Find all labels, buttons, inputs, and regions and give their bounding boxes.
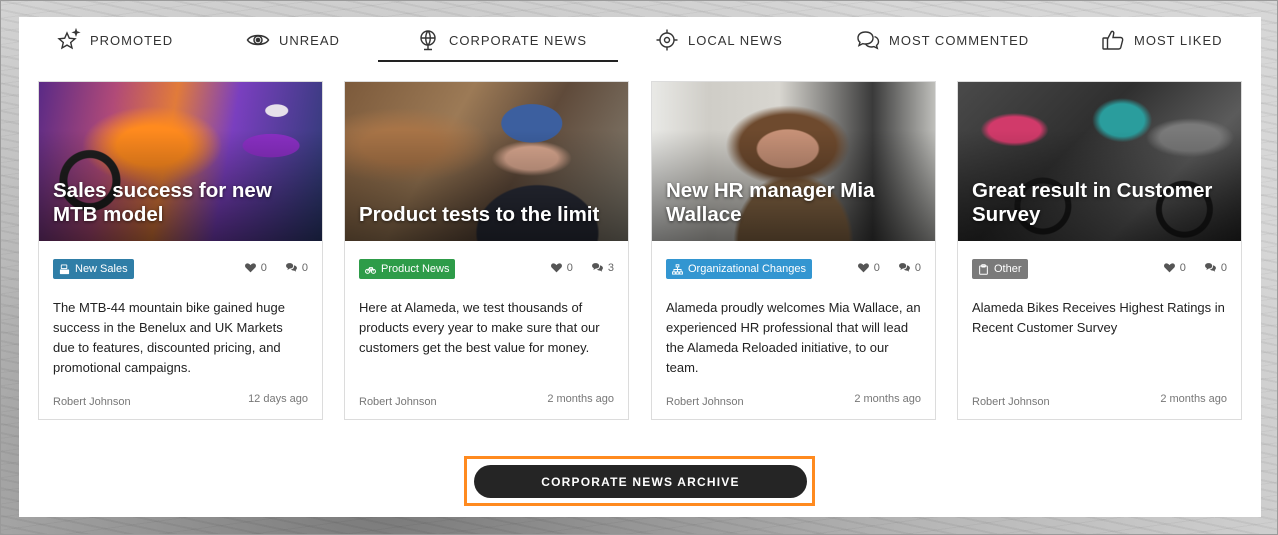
like-count: 0	[873, 261, 880, 274]
news-card[interactable]: Sales success for new MTB model New Sale…	[38, 81, 323, 420]
tab-promoted[interactable]: PROMOTED	[57, 17, 173, 63]
comments-icon[interactable]	[898, 261, 911, 274]
comment-count: 3	[607, 261, 614, 274]
globe-icon	[420, 30, 436, 51]
news-card[interactable]: New HR manager Mia Wallace Organizationa…	[651, 81, 936, 420]
tab-label: CORPORATE NEWS	[449, 32, 587, 48]
category-label: New Sales	[75, 263, 128, 275]
news-card-title[interactable]: New HR manager Mia Wallace	[666, 179, 923, 227]
card-stats: 0 0	[244, 261, 308, 274]
news-card[interactable]: Great result in Customer Survey Other 0 …	[957, 81, 1242, 420]
org-chart-icon	[672, 263, 683, 275]
tab-corporate-news[interactable]: CORPORATE NEWS	[416, 17, 587, 63]
bicycle-icon	[365, 266, 376, 274]
news-card-image[interactable]: Sales success for new MTB model	[39, 82, 322, 241]
eye-icon	[246, 34, 270, 46]
card-stats: 0 0	[1163, 261, 1227, 274]
tab-label: UNREAD	[279, 32, 340, 48]
clipboard-icon	[979, 263, 988, 275]
news-card-description: Alameda Bikes Receives Highest Ratings i…	[972, 300, 1225, 335]
heart-icon[interactable]	[244, 261, 257, 274]
news-tabs: PROMOTED UNREAD CORPORATE NEWS LOCAL NEW…	[19, 17, 1261, 65]
like-count: 0	[260, 261, 267, 274]
card-stats: 0 0	[857, 261, 921, 274]
news-card-time: 12 days ago	[248, 393, 308, 405]
like-count: 0	[566, 261, 573, 274]
news-card-description: The MTB-44 mountain bike gained huge suc…	[53, 300, 285, 375]
comments-icon[interactable]	[285, 261, 298, 274]
heart-icon[interactable]	[857, 261, 870, 274]
news-card[interactable]: Product tests to the limit Product News …	[344, 81, 629, 420]
news-card-author: Robert Johnson	[972, 396, 1050, 408]
location-target-icon	[656, 29, 678, 51]
tab-label: MOST COMMENTED	[889, 32, 1030, 48]
corporate-news-archive-button[interactable]: CORPORATE NEWS ARCHIVE	[474, 465, 807, 498]
tab-label: PROMOTED	[90, 32, 174, 48]
thumbs-up-icon	[1102, 30, 1124, 50]
news-card-title[interactable]: Great result in Customer Survey	[972, 179, 1229, 227]
category-badge[interactable]: New Sales	[53, 259, 134, 279]
active-tab-indicator	[378, 60, 618, 62]
news-card-image[interactable]: Great result in Customer Survey	[958, 82, 1241, 241]
category-label: Organizational Changes	[688, 263, 807, 275]
card-stats: 0 3	[550, 261, 614, 274]
news-card-author: Robert Johnson	[359, 396, 437, 408]
news-card-title[interactable]: Product tests to the limit	[359, 203, 616, 227]
comments-icon[interactable]	[1204, 261, 1217, 274]
news-panel: PROMOTED UNREAD CORPORATE NEWS LOCAL NEW…	[19, 17, 1261, 517]
category-label: Other	[994, 263, 1022, 275]
tab-local-news[interactable]: LOCAL NEWS	[655, 17, 783, 63]
category-badge[interactable]: Organizational Changes	[666, 259, 813, 279]
news-card-image[interactable]: Product tests to the limit	[345, 82, 628, 241]
cash-register-icon	[59, 263, 70, 274]
comment-count: 0	[1220, 261, 1227, 274]
news-card-description: Alameda proudly welcomes Mia Wallace, an…	[666, 300, 921, 375]
tab-label: MOST LIKED	[1134, 32, 1223, 48]
sparkle-star-icon	[57, 28, 81, 50]
like-count: 0	[1179, 261, 1186, 274]
tab-label: LOCAL NEWS	[688, 32, 783, 48]
tab-unread[interactable]: UNREAD	[246, 17, 340, 63]
comments-icon[interactable]	[591, 261, 604, 274]
comment-count: 0	[301, 261, 308, 274]
news-card-time: 2 months ago	[854, 393, 921, 405]
category-label: Product News	[381, 263, 450, 275]
news-card-time: 2 months ago	[1160, 393, 1227, 405]
heart-icon[interactable]	[550, 261, 563, 274]
comment-count: 0	[914, 261, 921, 274]
heart-icon[interactable]	[1163, 261, 1176, 274]
news-card-author: Robert Johnson	[53, 396, 131, 408]
news-card-description: Here at Alameda, we test thousands of pr…	[359, 300, 600, 355]
category-badge[interactable]: Product News	[359, 259, 456, 279]
tab-most-liked[interactable]: MOST LIKED	[1101, 17, 1223, 63]
news-card-image[interactable]: New HR manager Mia Wallace	[652, 82, 935, 241]
news-card-author: Robert Johnson	[666, 396, 744, 408]
chat-bubbles-icon	[857, 31, 880, 50]
news-card-title[interactable]: Sales success for new MTB model	[53, 179, 310, 227]
category-badge[interactable]: Other	[972, 259, 1028, 279]
news-card-time: 2 months ago	[547, 393, 614, 405]
tab-most-commented[interactable]: MOST COMMENTED	[856, 17, 1029, 63]
